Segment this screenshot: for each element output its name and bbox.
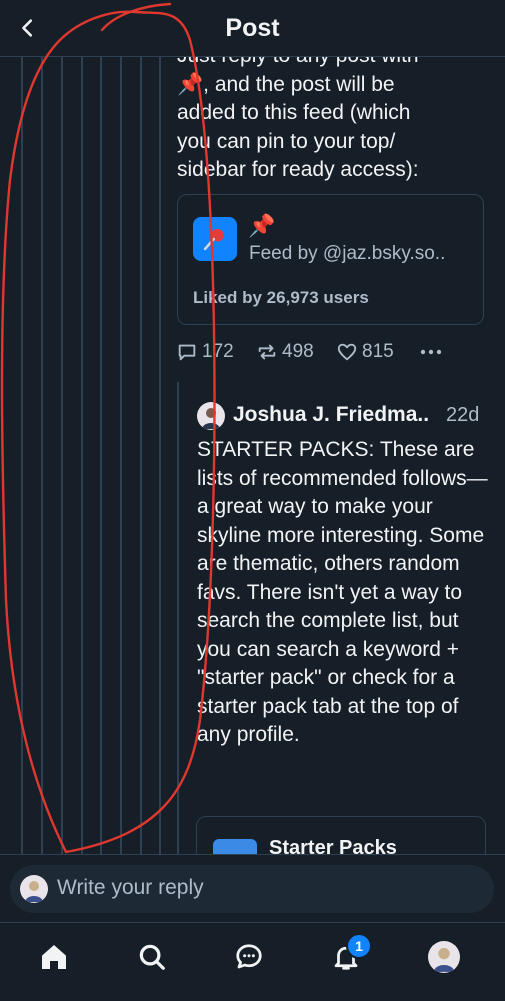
reply-button[interactable]: 172	[176, 341, 256, 363]
repost-count: 498	[282, 341, 314, 362]
bottom-tab-bar: 1	[0, 922, 505, 1001]
avatar	[20, 875, 48, 903]
reply-composer-bar: Write your reply	[0, 854, 505, 923]
notification-badge: 1	[346, 933, 372, 959]
reply-text: STARTER PACKS: These are lists of recomm…	[197, 438, 488, 746]
starter-pack-thumbnail	[213, 839, 257, 854]
search-icon	[139, 944, 165, 970]
page-title: Post	[225, 14, 280, 42]
avatar	[428, 941, 460, 973]
repost-icon	[258, 344, 276, 360]
feed-likes: Liked by 26,973 users	[193, 288, 369, 307]
feed-author: Feed by @jaz.bsky.so..	[249, 243, 446, 264]
comment-icon	[178, 344, 196, 361]
user-avatar-icon	[433, 947, 455, 972]
home-icon	[42, 945, 66, 969]
user-avatar-icon	[25, 881, 43, 902]
tab-chat[interactable]	[229, 937, 269, 977]
feed-card[interactable]: 📌 Feed by @jaz.bsky.so.. Liked by 26,973…	[177, 194, 484, 325]
post-text: Just reply to any post with 📌, and the p…	[177, 56, 419, 181]
reply-input[interactable]: Write your reply	[10, 865, 494, 913]
tab-home[interactable]	[34, 937, 74, 977]
like-button[interactable]: 815	[336, 341, 418, 363]
chat-icon	[236, 944, 262, 969]
repost-button[interactable]: 498	[256, 341, 336, 363]
feed-name: 📌	[248, 213, 276, 238]
tab-notifications[interactable]: 1	[326, 933, 372, 977]
user-avatar-icon	[202, 408, 220, 429]
heart-icon	[337, 343, 357, 361]
like-count: 815	[362, 341, 394, 362]
reply-time: 22d	[446, 404, 480, 426]
more-options-button[interactable]	[418, 341, 448, 363]
reply-count: 172	[202, 341, 234, 362]
tab-search[interactable]	[132, 937, 172, 977]
reply-author[interactable]: Joshua J. Friedma..	[233, 403, 429, 427]
starter-pack-card[interactable]: Starter Packs	[196, 816, 486, 854]
tab-profile[interactable]	[424, 937, 464, 977]
thread-content[interactable]: Just reply to any post with 📌, and the p…	[0, 56, 505, 854]
feed-avatar	[193, 217, 237, 261]
pushpin-icon	[203, 229, 224, 251]
more-dots-icon	[420, 349, 442, 355]
post-actions: 172 498 815	[176, 340, 448, 364]
top-bar: Post	[0, 0, 505, 57]
starter-pack-title: Starter Packs	[269, 837, 397, 854]
reply-thread-line	[177, 382, 179, 854]
reply-placeholder: Write your reply	[57, 876, 204, 899]
avatar[interactable]	[197, 402, 225, 430]
